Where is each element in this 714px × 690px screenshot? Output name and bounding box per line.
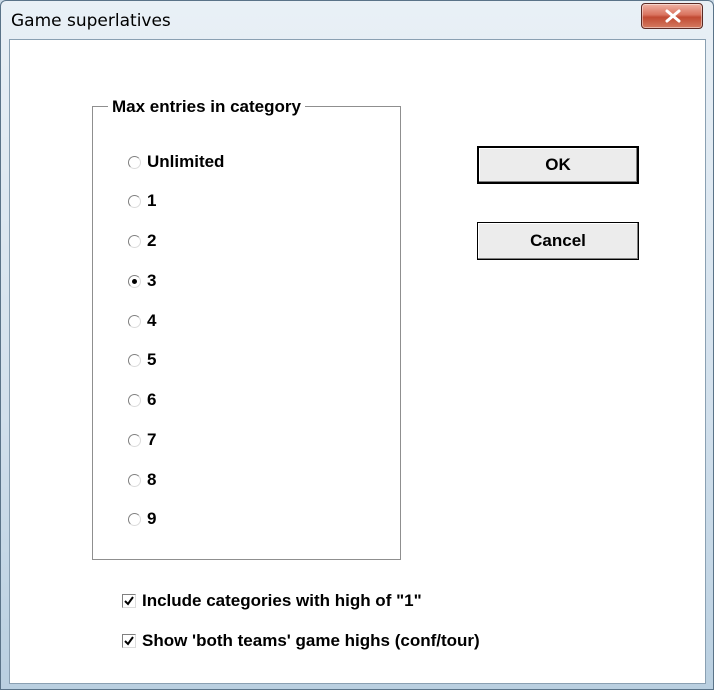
radio-label: 1 bbox=[147, 191, 157, 210]
cancel-button[interactable]: Cancel bbox=[477, 222, 639, 260]
include-categories-checkbox[interactable] bbox=[122, 594, 136, 608]
radio-label: 5 bbox=[147, 350, 157, 369]
radio-option-2[interactable]: 2 bbox=[128, 229, 156, 253]
radio-label: Unlimited bbox=[147, 152, 225, 171]
radio-option-6[interactable]: 6 bbox=[128, 388, 156, 412]
include-categories-checkbox-row[interactable]: Include categories with high of "1" bbox=[122, 589, 422, 613]
radio-option-8[interactable]: 8 bbox=[128, 468, 156, 492]
radio-button[interactable] bbox=[128, 353, 141, 367]
show-both-teams-checkbox-row[interactable]: Show 'both teams' game highs (conf/tour) bbox=[122, 629, 480, 653]
radio-label: 9 bbox=[147, 509, 157, 528]
checkmark-icon bbox=[124, 596, 134, 606]
ok-button[interactable]: OK bbox=[477, 146, 639, 184]
dialog-client-area: Max entries in category Unlimited 1 2 3 … bbox=[9, 39, 706, 684]
radio-label: 2 bbox=[147, 231, 157, 250]
radio-label: 7 bbox=[147, 430, 157, 449]
radio-label: 8 bbox=[147, 470, 157, 489]
radio-option-7[interactable]: 7 bbox=[128, 428, 156, 452]
radio-option-unlimited[interactable]: Unlimited bbox=[128, 150, 224, 174]
radio-button[interactable] bbox=[128, 194, 141, 208]
window-title: Game superlatives bbox=[11, 11, 171, 31]
radio-button[interactable] bbox=[128, 155, 141, 169]
show-both-teams-checkbox[interactable] bbox=[122, 634, 136, 648]
close-button[interactable] bbox=[641, 3, 703, 29]
radio-button[interactable] bbox=[128, 393, 141, 407]
title-bar[interactable]: Game superlatives bbox=[1, 1, 713, 39]
include-categories-label: Include categories with high of "1" bbox=[142, 591, 422, 610]
radio-button[interactable] bbox=[128, 433, 141, 447]
radio-option-1[interactable]: 1 bbox=[128, 189, 156, 213]
radio-button[interactable] bbox=[128, 234, 141, 248]
dialog-window: Game superlatives Max entries in categor… bbox=[0, 0, 714, 690]
close-x-icon bbox=[665, 9, 681, 23]
radio-button[interactable] bbox=[128, 314, 141, 328]
radio-option-3[interactable]: 3 bbox=[128, 269, 156, 293]
show-both-teams-label: Show 'both teams' game highs (conf/tour) bbox=[142, 631, 480, 650]
radio-label: 4 bbox=[147, 311, 157, 330]
groupbox-legend: Max entries in category bbox=[108, 97, 305, 117]
radio-button[interactable] bbox=[128, 274, 141, 288]
radio-button[interactable] bbox=[128, 473, 141, 487]
radio-label: 6 bbox=[147, 390, 157, 409]
checkmark-icon bbox=[124, 636, 134, 646]
radio-button[interactable] bbox=[128, 512, 141, 526]
radio-option-9[interactable]: 9 bbox=[128, 507, 156, 531]
radio-option-4[interactable]: 4 bbox=[128, 309, 156, 333]
radio-label: 3 bbox=[147, 271, 157, 290]
radio-option-5[interactable]: 5 bbox=[128, 348, 156, 372]
